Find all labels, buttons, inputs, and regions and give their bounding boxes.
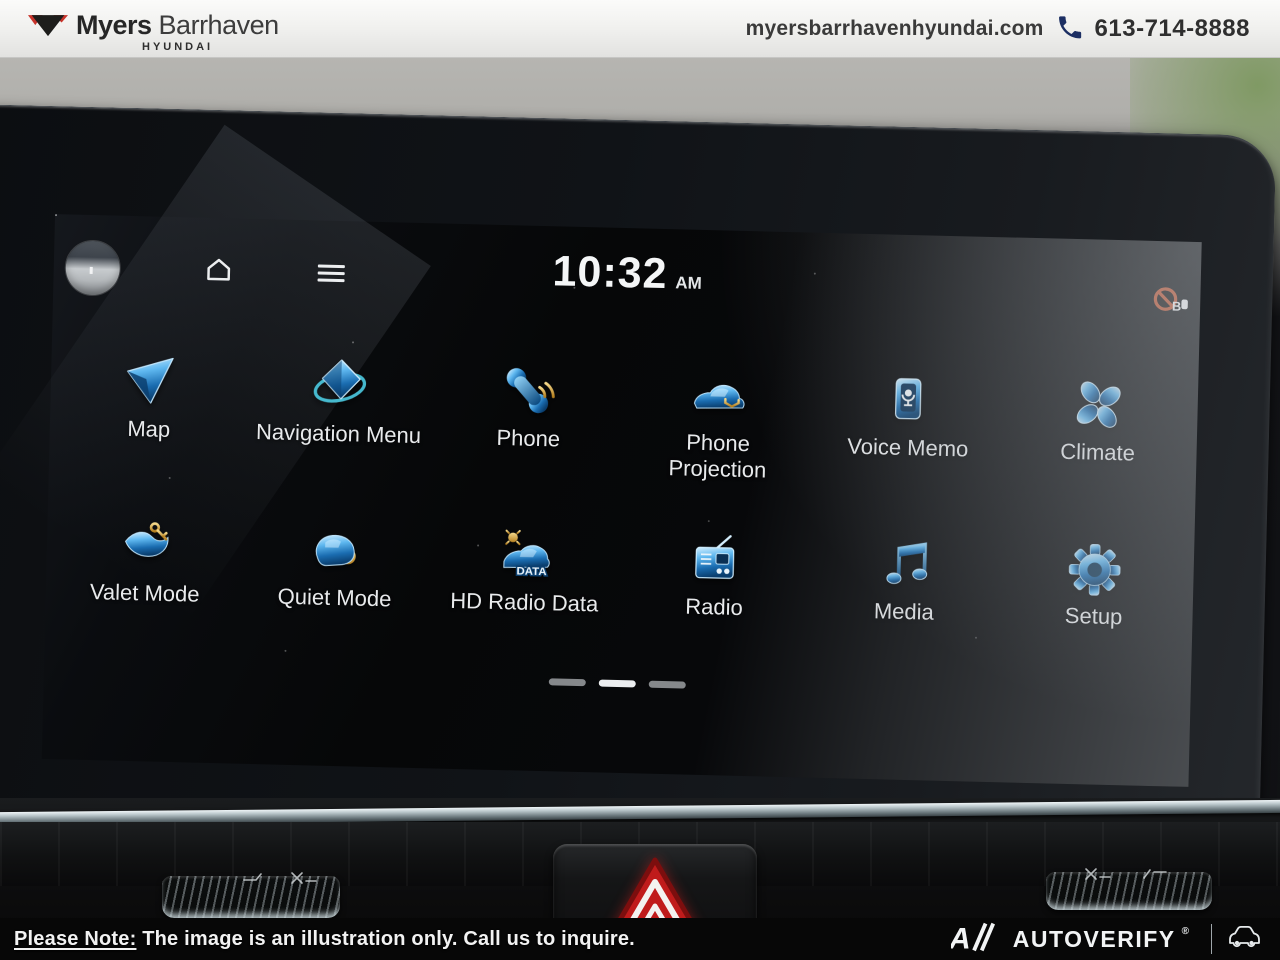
climate-fan-icon	[1069, 367, 1129, 434]
quiet-mode-icon	[305, 512, 367, 579]
app-navigation-menu[interactable]: Navigation Menu	[243, 347, 436, 476]
registered-trademark: ®	[1182, 926, 1189, 937]
hd-radio-data-icon: DATA	[494, 517, 558, 584]
app-label: Quiet Mode	[277, 584, 391, 613]
app-label: Setup	[1065, 603, 1123, 631]
myers-logo-icon	[28, 13, 68, 46]
note-label: Please Note:	[14, 928, 136, 950]
app-label: HD Radio Data	[450, 588, 599, 618]
app-voice-memo[interactable]: Voice Memo	[812, 361, 1005, 490]
divider	[1211, 924, 1212, 954]
page-dot[interactable]	[599, 679, 636, 686]
media-music-note-icon	[876, 526, 934, 593]
phone-icon	[500, 353, 560, 420]
note-text: The image is an illustration only. Call …	[142, 928, 635, 950]
app-map[interactable]: Map	[53, 342, 246, 471]
dealer-website: myersbarrhavenhyundai.com	[746, 17, 1044, 41]
autoverify-branding: A AUTOVERIFY ®	[951, 922, 1262, 957]
app-label: Map	[127, 416, 170, 443]
map-icon	[119, 344, 181, 411]
page-dot[interactable]	[549, 678, 586, 685]
time-period: AM	[675, 273, 702, 297]
clock: 10:32 AM	[53, 238, 1201, 309]
dealer-phone-number: 613-714-8888	[1095, 15, 1250, 43]
dealer-vehicle-photo: Myers Barrhaven HYUNDAI myersbarrhavenhy…	[0, 0, 1280, 960]
vent-control-markings	[240, 870, 330, 891]
app-media[interactable]: Media	[809, 525, 1001, 628]
dealer-name-bold: Myers	[76, 12, 152, 39]
phone-handset-icon	[1056, 13, 1083, 45]
autoverify-wordmark: AUTOVERIFY	[1013, 926, 1176, 953]
valet-mode-icon	[115, 508, 177, 575]
app-label: Phone Projection	[655, 429, 781, 485]
car-icon	[1226, 924, 1262, 954]
app-label: Climate	[1060, 439, 1135, 467]
app-label: Media	[874, 598, 935, 626]
phone-projection-icon	[687, 358, 753, 426]
app-valet-mode[interactable]: Valet Mode	[50, 506, 242, 609]
page-indicator	[44, 666, 1191, 701]
app-phone-projection[interactable]: Phone Projection	[622, 356, 815, 485]
disclaimer-note: Please Note: The image is an illustratio…	[14, 928, 635, 951]
dust-specks	[55, 214, 57, 216]
app-phone[interactable]: Phone	[432, 351, 625, 480]
autoverify-logo-icon: A	[951, 922, 999, 957]
infotainment-screen-bezel: 10:32 AM B	[0, 104, 1276, 834]
radio-icon	[687, 522, 745, 589]
app-quiet-mode[interactable]: Quiet Mode	[239, 511, 431, 614]
caption-bar: Please Note: The image is an illustratio…	[0, 918, 1280, 960]
dealer-name-light: Barrhaven	[159, 12, 279, 39]
bluetooth-badge-letter: B	[1172, 298, 1182, 313]
vent-control-markings	[1078, 866, 1188, 887]
voice-memo-icon	[880, 362, 938, 429]
app-label: Valet Mode	[90, 579, 200, 608]
app-label: Phone	[496, 425, 560, 453]
dealer-header-bar: Myers Barrhaven HYUNDAI myersbarrhavenhy…	[0, 0, 1280, 58]
dealer-brand: HYUNDAI	[142, 42, 279, 53]
app-label: Navigation Menu	[256, 419, 422, 449]
app-label: Radio	[685, 594, 743, 622]
setup-gear-icon	[1065, 531, 1125, 598]
navigation-menu-icon	[308, 348, 372, 415]
time-value: 10:32	[552, 250, 668, 296]
app-label: Voice Memo	[847, 434, 969, 463]
dealer-logo: Myers Barrhaven HYUNDAI	[28, 4, 279, 53]
app-setup[interactable]: Setup	[998, 529, 1190, 632]
data-badge: DATA	[516, 565, 546, 578]
page-dot[interactable]	[649, 681, 686, 688]
app-climate[interactable]: Climate	[1002, 365, 1195, 494]
app-hd-radio-data[interactable]: DATA HD Radio Data	[429, 515, 621, 618]
infotainment-display: 10:32 AM B	[42, 214, 1202, 787]
app-radio[interactable]: Radio	[619, 520, 811, 623]
autoverify-logo-letter: A	[951, 922, 971, 951]
bluetooth-disconnected-icon: B	[1150, 285, 1191, 323]
